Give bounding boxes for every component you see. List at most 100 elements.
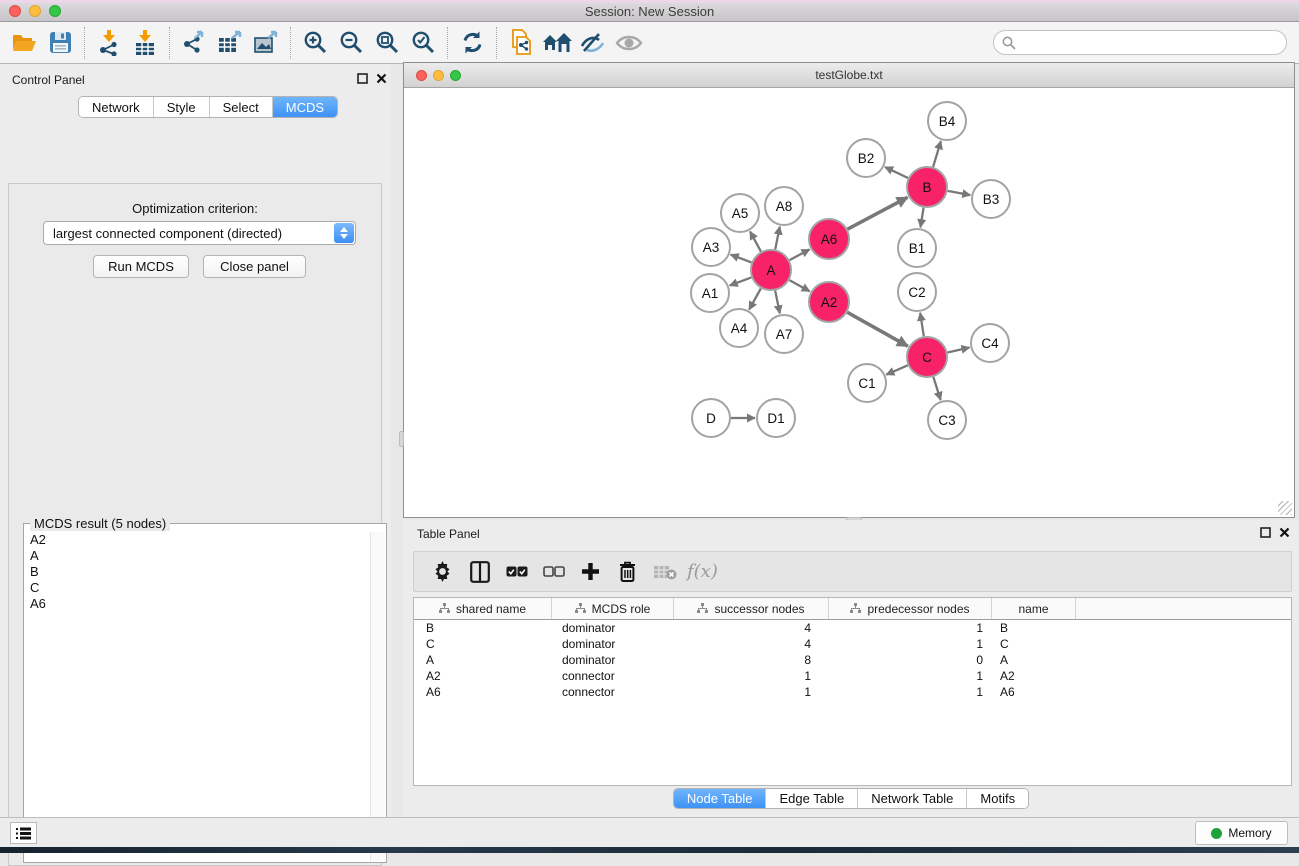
network-edge[interactable] [920,208,923,228]
mcds-result-item[interactable]: A2 [25,532,371,548]
network-node-A2[interactable]: A2 [809,282,849,322]
add-column-button[interactable] [572,555,609,589]
table-row[interactable]: Bdominator41B [414,620,1291,636]
resize-grip-icon[interactable] [1278,501,1292,515]
network-node-C[interactable]: C [907,337,947,377]
tab-mcds[interactable]: MCDS [273,97,337,117]
show-column-button[interactable] [461,555,498,589]
home-view-button[interactable] [539,26,575,60]
tab-node-table[interactable]: Node Table [674,789,767,808]
network-node-A3[interactable]: A3 [692,228,730,266]
export-table-button[interactable] [212,26,248,60]
delete-table-button[interactable] [646,555,683,589]
network-node-A5[interactable]: A5 [721,194,759,232]
network-node-A8[interactable]: A8 [765,187,803,225]
network-edge[interactable] [933,377,940,400]
tab-network[interactable]: Network [79,97,154,117]
table-float-button[interactable] [1259,526,1272,539]
network-edge[interactable] [775,291,780,314]
network-node-A4[interactable]: A4 [720,309,758,347]
table-row[interactable]: Adominator80A [414,652,1291,668]
tab-style[interactable]: Style [154,97,210,117]
export-image-button[interactable] [248,26,284,60]
network-node-B4[interactable]: B4 [928,102,966,140]
column-header-name[interactable]: name [992,598,1076,619]
network-window-titlebar[interactable]: testGlobe.txt [404,63,1294,88]
network-edge[interactable] [789,280,809,291]
network-edge[interactable] [848,197,908,229]
network-node-C1[interactable]: C1 [848,364,886,402]
network-node-C4[interactable]: C4 [971,324,1009,362]
mcds-result-item[interactable]: A6 [25,596,371,612]
network-node-C2[interactable]: C2 [898,273,936,311]
network-edge[interactable] [730,277,752,285]
network-node-A[interactable]: A [751,250,791,290]
network-node-D[interactable]: D [692,399,730,437]
network-edge[interactable] [750,231,761,251]
network-edge[interactable] [886,365,907,374]
refresh-layout-button[interactable] [454,26,490,60]
run-mcds-button[interactable]: Run MCDS [93,255,189,278]
task-history-button[interactable] [10,822,37,844]
network-edge[interactable] [775,227,780,250]
network-edge[interactable] [749,288,761,309]
network-edge[interactable] [948,191,971,195]
network-svg[interactable]: AA1A2A3A4A5A6A7A8BB1B2B3B4CC1C2C3C4DD1 [404,88,1294,517]
network-node-C3[interactable]: C3 [928,401,966,439]
network-edge[interactable] [847,312,908,346]
mcds-result-item[interactable]: A [25,548,371,564]
network-node-D1[interactable]: D1 [757,399,795,437]
open-session-button[interactable] [6,26,42,60]
delete-column-button[interactable] [609,555,646,589]
network-edge[interactable] [947,348,969,353]
network-node-A1[interactable]: A1 [691,274,729,312]
tab-network-table[interactable]: Network Table [858,789,967,808]
function-builder-button[interactable]: f(x) [683,555,718,589]
network-edge[interactable] [920,313,924,336]
show-graphics-details-button[interactable] [611,26,647,60]
tab-select[interactable]: Select [210,97,273,117]
mcds-list-scrollbar[interactable] [370,532,385,861]
network-edge[interactable] [885,167,908,178]
network-node-B3[interactable]: B3 [972,180,1010,218]
zoom-fit-button[interactable] [369,26,405,60]
table-row[interactable]: A2connector11A2 [414,668,1291,684]
network-node-B[interactable]: B [907,167,947,207]
export-network-button[interactable] [176,26,212,60]
network-edge[interactable] [731,255,752,263]
column-header-MCDS-role[interactable]: MCDS role [552,598,674,619]
clone-network-button[interactable] [503,26,539,60]
criterion-select[interactable]: largest connected component (directed) [43,221,356,245]
table-close-button[interactable] [1278,526,1291,539]
column-header-predecessor-nodes[interactable]: predecessor nodes [829,598,992,619]
column-header-shared-name[interactable]: shared name [414,598,552,619]
hide-graphics-details-button[interactable] [575,26,611,60]
table-row[interactable]: Cdominator41C [414,636,1291,652]
network-node-B2[interactable]: B2 [847,139,885,177]
search-input[interactable] [1021,35,1286,50]
search-field[interactable] [993,30,1287,55]
tab-motifs[interactable]: Motifs [967,789,1028,808]
zoom-in-button[interactable] [297,26,333,60]
mcds-result-list[interactable]: A2ABCA6 [25,532,371,861]
float-panel-button[interactable] [356,72,369,85]
zoom-out-button[interactable] [333,26,369,60]
table-row[interactable]: A6connector11A6 [414,684,1291,700]
close-panel-action-button[interactable]: Close panel [203,255,306,278]
network-edge[interactable] [790,249,810,260]
select-all-button[interactable] [498,555,535,589]
import-table-button[interactable] [127,26,163,60]
save-session-button[interactable] [42,26,78,60]
network-node-B1[interactable]: B1 [898,229,936,267]
deselect-all-button[interactable] [535,555,572,589]
memory-button[interactable]: Memory [1195,821,1288,845]
mcds-result-item[interactable]: C [25,580,371,596]
zoom-selected-button[interactable] [405,26,441,60]
left-splitter-handle[interactable] [399,431,404,447]
table-options-button[interactable] [424,555,461,589]
network-node-A6[interactable]: A6 [809,219,849,259]
tab-edge-table[interactable]: Edge Table [766,789,858,808]
import-network-button[interactable] [91,26,127,60]
mcds-result-item[interactable]: B [25,564,371,580]
column-header-successor-nodes[interactable]: successor nodes [674,598,829,619]
